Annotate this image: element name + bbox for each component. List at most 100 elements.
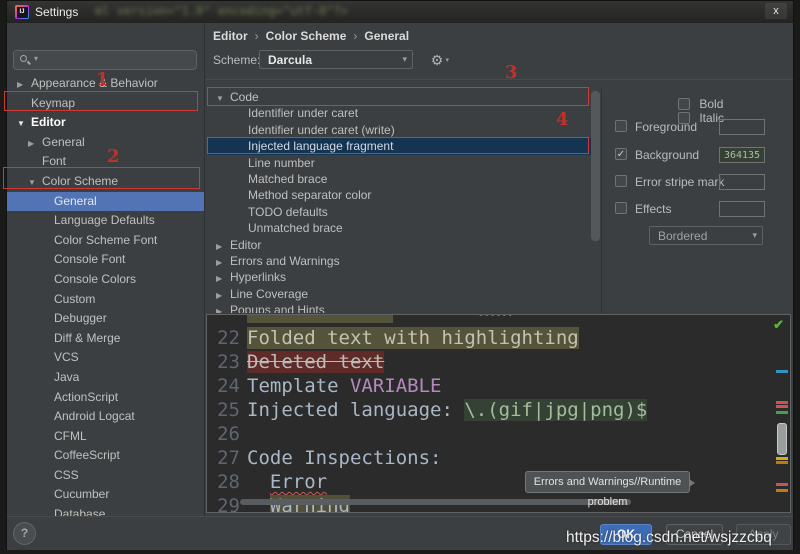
sidebar-item-label: Android Logcat [54,409,135,423]
annotation-box-injected [207,137,589,154]
sidebar-item-editor[interactable]: ▼Editor [7,113,204,133]
title-bar[interactable]: ml version="1.0" encoding="utf-8"?> IJ S… [7,1,793,23]
sidebar-item-general[interactable]: General [7,192,204,212]
color-field[interactable] [719,119,765,135]
option-item-label: Hyperlinks [230,270,286,284]
line-number: 25 [207,398,240,422]
annotation-number-2: 2 [107,146,120,167]
search-input[interactable] [46,52,194,68]
sidebar-item-actionscript[interactable]: ActionScript [7,388,204,408]
option-item-editor[interactable]: ▶Editor [208,237,595,253]
sidebar-item-java[interactable]: Java [7,368,204,388]
attribute-label: Foreground [635,120,697,134]
option-item-hyperlinks[interactable]: ▶Hyperlinks [208,269,595,285]
option-item-unmatched-brace[interactable]: Unmatched brace [208,220,595,236]
color-field[interactable] [719,174,765,190]
color-field[interactable]: 364135 [719,147,765,163]
sidebar-item-vcs[interactable]: VCS [7,348,204,368]
checkbox-error-stripe-mark[interactable] [615,175,627,187]
error-stripe [776,315,788,512]
option-item-label: Errors and Warnings [230,254,340,268]
app-icon: IJ [15,5,29,19]
attribute-row-background: ✓Background364135 [609,147,793,164]
search-options-chevron-icon[interactable]: ▾ [34,54,38,63]
option-item-identifier-under-caret[interactable]: Identifier under caret [208,105,595,121]
sidebar-item-general[interactable]: ▶General [7,133,204,153]
search-box[interactable]: ▾ [13,50,197,70]
annotation-number-1: 1 [96,69,109,90]
line-number: 24 [207,374,240,398]
breadcrumb-segment[interactable]: General [364,29,409,43]
preview-line: 23Deleted text [207,350,767,374]
sidebar-item-console-colors[interactable]: Console Colors [7,270,204,290]
sidebar-item-diff-merge[interactable]: Diff & Merge [7,329,204,349]
effect-type-value: Bordered [658,229,707,243]
sidebar-item-label: CFML [54,429,87,443]
code-segment-folded: Folded text with highlighting [247,327,579,349]
background-code-text: ml version="1.0" encoding="utf-8"?> [95,4,348,18]
breadcrumb-separator: › [248,29,266,43]
annotation-number-3: 3 [505,62,518,83]
bold-checkbox[interactable] [678,98,690,110]
option-item-label: Matched brace [248,172,327,186]
settings-dialog: ml version="1.0" encoding="utf-8"?> IJ S… [6,0,794,550]
annotation-box-general [3,167,200,189]
sidebar-item-custom[interactable]: Custom [7,290,204,310]
option-item-line-coverage[interactable]: ▶Line Coverage [208,286,595,302]
error-stripe-mark[interactable] [776,405,788,408]
checkbox-effects[interactable] [615,202,627,214]
checkbox-background[interactable]: ✓ [615,148,627,160]
checkbox-foreground[interactable] [615,120,627,132]
option-item-errors-and-warnings[interactable]: ▶Errors and Warnings [208,253,595,269]
chevron-down-icon: ▼ [17,114,31,134]
option-item-popups-and-hints[interactable]: ▶Popups and Hints [208,302,595,313]
option-item-method-separator-color[interactable]: Method separator color [208,187,595,203]
sidebar-item-android-logcat[interactable]: Android Logcat [7,407,204,427]
sidebar-item-console-font[interactable]: Console Font [7,250,204,270]
scheme-select[interactable]: Darcula ▾ [259,50,413,69]
options-scrollbar[interactable] [591,91,600,241]
breadcrumb: Editor›Color Scheme›General [213,29,409,43]
sidebar-item-language-defaults[interactable]: Language Defaults [7,211,204,231]
preview-vertical-scrollbar[interactable] [777,423,787,455]
breadcrumb-segment[interactable]: Editor [213,29,248,43]
scheme-label: Scheme: [213,53,260,67]
error-stripe-mark[interactable] [776,461,788,464]
preview-line: 26 [207,422,767,446]
error-stripe-mark[interactable] [776,401,788,404]
splitter-handle[interactable]: •••••• [479,314,514,321]
attribute-row-error-stripe-mark: Error stripe mark [609,174,793,191]
attribute-label: Effects [635,202,671,216]
sidebar-item-cfml[interactable]: CFML [7,427,204,447]
error-stripe-mark[interactable] [776,483,788,486]
sidebar-item-label: CSS [54,468,79,482]
annotation-box-editor [4,91,198,111]
option-item-label: Unmatched brace [248,221,343,235]
chevron-down-icon: ▾ [402,54,407,65]
sidebar-item-label: Diff & Merge [54,331,120,345]
sidebar-item-label: Language Defaults [54,213,155,227]
option-item-line-number[interactable]: Line number [208,155,595,171]
gear-icon[interactable]: ⚙▾ [427,50,447,70]
sidebar-item-cucumber[interactable]: Cucumber [7,485,204,505]
sidebar-item-debugger[interactable]: Debugger [7,309,204,329]
sidebar-item-coffeescript[interactable]: CoffeeScript [7,446,204,466]
preview-horizontal-scrollbar[interactable] [240,499,631,505]
error-stripe-mark[interactable] [776,411,788,414]
sidebar-item-color-scheme-font[interactable]: Color Scheme Font [7,231,204,251]
sidebar-item-label: Color Scheme Font [54,233,157,247]
effect-type-select[interactable]: Bordered ▾ [649,226,763,245]
option-item-matched-brace[interactable]: Matched brace [208,171,595,187]
help-button[interactable]: ? [13,522,36,545]
error-stripe-mark[interactable] [776,489,788,492]
sidebar-item-css[interactable]: CSS [7,466,204,486]
option-item-todo-defaults[interactable]: TODO defaults [208,204,595,220]
color-field[interactable] [719,201,765,217]
sidebar-item-label: Editor [31,115,66,129]
close-icon[interactable]: x [765,3,787,19]
option-item-identifier-under-caret-write-[interactable]: Identifier under caret (write) [208,122,595,138]
error-stripe-mark[interactable] [776,457,788,460]
error-stripe-mark[interactable] [776,370,788,373]
breadcrumb-segment[interactable]: Color Scheme [266,29,347,43]
bold-option[interactable]: Bold [678,97,723,111]
